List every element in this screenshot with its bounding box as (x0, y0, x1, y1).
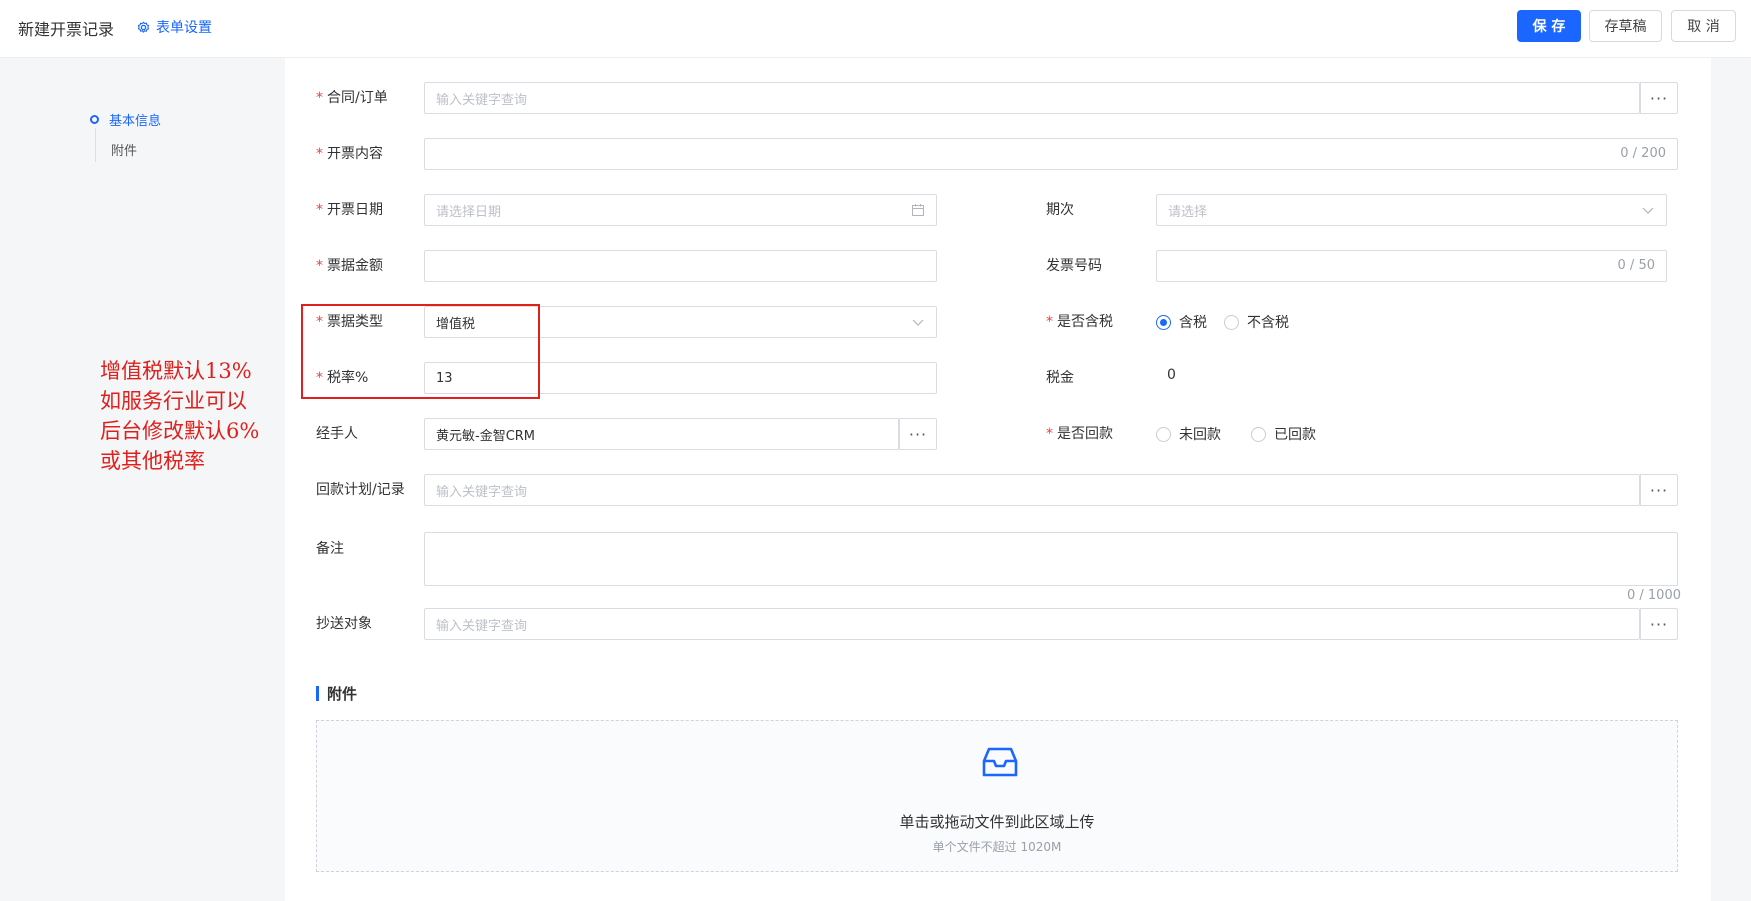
annotation-note: 增值税默认13% 如服务行业可以 后台修改默认6% 或其他税率 (100, 356, 259, 476)
contract-placeholder: 输入关键字查询 (436, 92, 528, 108)
remark-counter: 0 / 1000 (1627, 588, 1681, 603)
tax-rate-input[interactable]: 13 (424, 362, 937, 394)
more-icon: ··· (908, 424, 928, 444)
gear-icon (137, 21, 150, 33)
returned-label: * 是否回款 (1046, 426, 1113, 442)
content-label: * 开票内容 (316, 146, 383, 162)
payment-plan-input[interactable]: 输入关键字查询 (424, 474, 1640, 506)
radio-unchecked-icon (1251, 426, 1266, 442)
required-mark: * (316, 90, 323, 106)
required-mark: * (316, 202, 323, 218)
more-icon: ··· (1649, 88, 1669, 108)
annotation-line: 如服务行业可以 (100, 389, 247, 413)
nav-item-attachments[interactable]: 附件 (90, 140, 137, 159)
cc-label: 抄送对象 (316, 616, 372, 632)
form-panel: * 合同/订单 输入关键字查询 ··· * 开票内容 0 / 200 * 开票日期 请… (285, 58, 1711, 901)
more-icon: ··· (1649, 480, 1669, 500)
upload-text: 单击或拖动文件到此区域上传 (899, 813, 1095, 831)
save-draft-button[interactable]: 存草稿 (1589, 10, 1662, 42)
upload-dropzone[interactable]: 单击或拖动文件到此区域上传 单个文件不超过 1020M (316, 720, 1678, 872)
nav-item-label: 附件 (111, 144, 138, 159)
cc-input[interactable]: 输入关键字查询 (424, 608, 1640, 640)
radio-label: 不含税 (1247, 315, 1289, 331)
radio-tax-excluded[interactable]: 不含税 (1224, 312, 1289, 332)
inbox-icon (982, 747, 1018, 777)
handler-input[interactable]: 黄元敏-金智CRM (424, 418, 899, 450)
bill-type-label: * 票据类型 (316, 314, 383, 330)
tax-label: 税金 (1046, 370, 1074, 386)
chevron-down-icon (912, 319, 924, 326)
date-picker[interactable]: 请选择日期 (424, 194, 937, 226)
annotation-line: 后台修改默认6% (100, 419, 260, 443)
invoice-no-counter: 0 / 50 (1617, 258, 1655, 273)
radio-returned[interactable]: 已回款 (1251, 424, 1316, 444)
nav-item-label: 基本信息 (109, 114, 162, 129)
required-mark: * (316, 258, 323, 274)
attachments-title-label: 附件 (327, 685, 358, 703)
tax-rate-label: * 税率% (316, 370, 369, 386)
top-bar: 新建开票记录 表单设置 保 存 存草稿 取 消 (0, 0, 1751, 58)
content-counter: 0 / 200 (1620, 146, 1666, 161)
page-title: 新建开票记录 (18, 20, 115, 39)
bill-type-select[interactable]: 增值税 (424, 306, 937, 338)
content-input[interactable]: 0 / 200 (424, 138, 1678, 170)
handler-value: 黄元敏-金智CRM (436, 428, 536, 444)
required-mark: * (1046, 426, 1053, 442)
contract-label: * 合同/订单 (316, 90, 388, 106)
section-bar (316, 686, 319, 701)
period-placeholder: 请选择 (1168, 204, 1208, 220)
tax-rate-value: 13 (436, 370, 453, 386)
form-settings-label: 表单设置 (156, 20, 212, 36)
chevron-down-icon (1642, 207, 1654, 214)
radio-not-returned[interactable]: 未回款 (1156, 424, 1221, 444)
handler-label: 经手人 (316, 426, 358, 442)
required-mark: * (316, 146, 323, 162)
radio-checked-icon (1156, 314, 1171, 330)
payment-plan-label: 回款计划/记录 (316, 482, 405, 498)
contract-input[interactable]: 输入关键字查询 (424, 82, 1640, 114)
invoice-no-input[interactable]: 0 / 50 (1156, 250, 1667, 282)
attachments-section-title: 附件 (316, 683, 357, 704)
payment-plan-placeholder: 输入关键字查询 (436, 484, 528, 500)
annotation-line: 或其他税率 (100, 449, 205, 473)
radio-unchecked-icon (1156, 426, 1171, 442)
remark-textarea[interactable] (424, 532, 1678, 586)
period-label: 期次 (1046, 202, 1074, 218)
tax-value: 0 (1167, 367, 1176, 383)
nav-item-basic-info[interactable]: 基本信息 (90, 110, 161, 129)
radio-label: 已回款 (1274, 427, 1316, 443)
date-placeholder: 请选择日期 (436, 204, 502, 220)
payment-plan-select-button[interactable]: ··· (1640, 474, 1678, 506)
save-button[interactable]: 保 存 (1517, 10, 1581, 42)
radio-unchecked-icon (1224, 314, 1239, 330)
annotation-line: 增值税默认13% (100, 359, 252, 383)
radio-label: 未回款 (1179, 427, 1221, 443)
bill-type-value: 增值税 (436, 316, 476, 332)
calendar-icon (912, 204, 924, 216)
required-mark: * (316, 314, 323, 330)
contract-select-button[interactable]: ··· (1640, 82, 1678, 114)
more-icon: ··· (1649, 614, 1669, 634)
cc-placeholder: 输入关键字查询 (436, 618, 528, 634)
invoice-no-label: 发票号码 (1046, 258, 1102, 274)
required-mark: * (1046, 314, 1053, 330)
period-select[interactable]: 请选择 (1156, 194, 1667, 226)
handler-select-button[interactable]: ··· (899, 418, 937, 450)
amount-input[interactable] (424, 250, 937, 282)
upload-hint: 单个文件不超过 1020M (932, 840, 1062, 854)
form-settings-link[interactable]: 表单设置 (137, 17, 212, 37)
amount-label: * 票据金额 (316, 258, 383, 274)
required-mark: * (316, 370, 323, 386)
tax-included-label: * 是否含税 (1046, 314, 1113, 330)
date-label: * 开票日期 (316, 202, 383, 218)
cancel-button[interactable]: 取 消 (1671, 10, 1736, 42)
nav-active-dot (90, 115, 99, 124)
radio-label: 含税 (1179, 315, 1207, 331)
cc-select-button[interactable]: ··· (1640, 608, 1678, 640)
remark-label: 备注 (316, 541, 344, 557)
radio-tax-included[interactable]: 含税 (1156, 312, 1207, 332)
